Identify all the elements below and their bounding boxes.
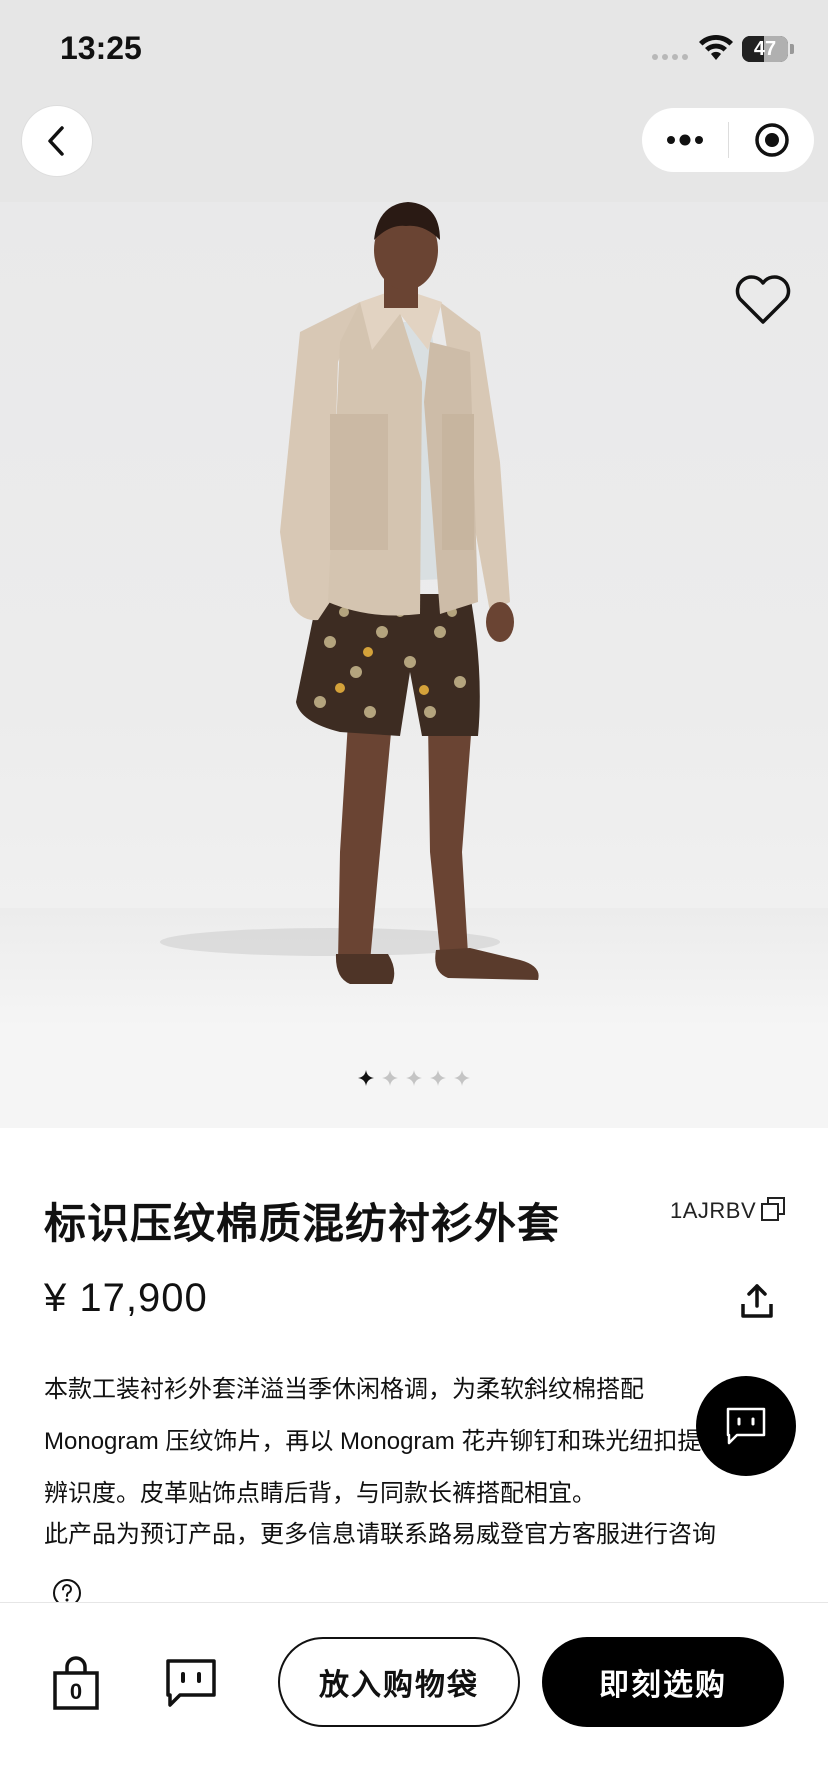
product-sku: 1AJRBV xyxy=(670,1198,757,1223)
chat-icon xyxy=(726,1407,766,1445)
battery-level: 47 xyxy=(753,38,777,60)
close-button[interactable] xyxy=(729,108,814,172)
product-title: 标识压纹棉质混纺衬衫外套 xyxy=(44,1200,561,1247)
back-button[interactable] xyxy=(22,106,92,176)
star-dot-icon xyxy=(430,1070,446,1086)
pager-dot[interactable] xyxy=(358,1070,374,1086)
wifi-icon xyxy=(699,34,733,60)
close-target-icon xyxy=(754,123,789,157)
battery-indicator: 47 xyxy=(742,36,788,62)
pager-dot[interactable] xyxy=(382,1070,398,1086)
status-time: 13:25 xyxy=(60,30,142,66)
product-description: 本款工装衬衫外套洋溢当季休闲格调，为柔软斜纹棉搭配 Monogram 压纹饰片，… xyxy=(44,1364,764,1520)
description-line: Monogram 压纹饰片，再以 Monogram 花卉铆钉和珠光纽扣提升 xyxy=(44,1428,726,1455)
more-button[interactable] xyxy=(642,108,728,172)
gallery-pager[interactable] xyxy=(0,1028,828,1128)
pager-dot[interactable] xyxy=(454,1070,470,1086)
more-icon xyxy=(667,134,703,146)
model-figure xyxy=(160,202,539,984)
add-to-bag-button[interactable]: 放入购物袋 xyxy=(278,1637,520,1727)
star-dot-icon xyxy=(454,1070,470,1086)
chat-button[interactable] xyxy=(696,1376,796,1476)
mini-program-capsule xyxy=(642,108,814,172)
bottom-action-bar: 0 放入购物袋 即刻选购 xyxy=(0,1602,828,1792)
back-icon xyxy=(48,126,64,156)
bag-count: 0 xyxy=(69,1679,83,1704)
star-dot-icon xyxy=(406,1070,422,1086)
description-line: 辨识度。皮革贴饰点睛后背，与同款长裤搭配相宜。 xyxy=(44,1480,596,1507)
signal-icon xyxy=(652,54,688,60)
copy-icon[interactable] xyxy=(760,1196,786,1222)
product-price: ¥ 17,900 xyxy=(44,1276,208,1320)
message-icon[interactable] xyxy=(164,1657,218,1709)
preorder-note: 此产品为预订产品，更多信息请联系路易威登官方客服进行咨询 xyxy=(44,1521,716,1548)
star-dot-icon xyxy=(382,1070,398,1086)
product-image[interactable] xyxy=(0,202,828,1028)
battery-cap xyxy=(790,44,794,54)
pager-dot[interactable] xyxy=(430,1070,446,1086)
nav-bar xyxy=(0,100,828,202)
star-dot-icon xyxy=(358,1070,374,1086)
description-line: 本款工装衬衫外套洋溢当季休闲格调，为柔软斜纹棉搭配 xyxy=(44,1376,644,1403)
buy-now-button[interactable]: 即刻选购 xyxy=(542,1637,784,1727)
heart-icon[interactable] xyxy=(734,274,792,326)
pager-dot[interactable] xyxy=(406,1070,422,1086)
status-bar: 13:25 47 xyxy=(0,0,828,100)
share-icon[interactable] xyxy=(740,1282,774,1320)
